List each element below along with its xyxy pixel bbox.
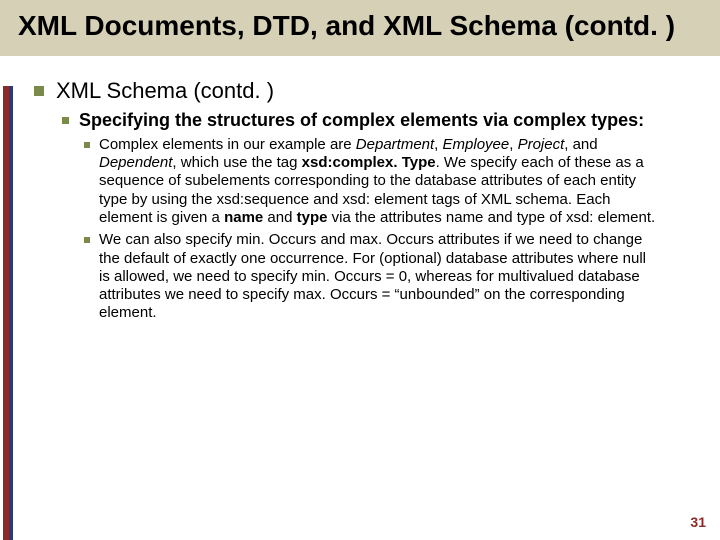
bold-name: name — [224, 209, 263, 226]
text: , — [434, 136, 442, 153]
accent-blue — [9, 86, 13, 540]
page-number: 31 — [690, 514, 706, 530]
bold-complextype: xsd:complex. Type — [302, 154, 436, 171]
text: , which use the tag — [172, 154, 301, 171]
text: Complex elements in our example are — [99, 136, 356, 153]
italic-dept: Department — [356, 136, 434, 153]
left-accent — [0, 86, 14, 540]
text: via the attributes name and type of xsd:… — [327, 209, 655, 226]
square-bullet-icon — [84, 237, 90, 243]
slide-body: XML Schema (contd. ) Specifying the stru… — [0, 56, 720, 323]
bullet-level-2: Specifying the structures of complex ele… — [62, 110, 692, 132]
text: , — [509, 136, 517, 153]
lvl3-para2: We can also specify min. Occurs and max.… — [99, 231, 659, 322]
italic-emp: Employee — [443, 136, 510, 153]
bullet-level-3: Complex elements in our example are Depa… — [84, 136, 692, 227]
bullet-level-1: XML Schema (contd. ) — [34, 78, 692, 104]
square-bullet-icon — [62, 117, 69, 124]
slide: XML Documents, DTD, and XML Schema (cont… — [0, 0, 720, 540]
bullet-level-3: We can also specify min. Occurs and max.… — [84, 231, 692, 322]
italic-dependent: Dependent — [99, 154, 172, 171]
lvl1-text: XML Schema (contd. ) — [56, 78, 274, 104]
lvl2-text: Specifying the structures of complex ele… — [79, 110, 644, 132]
square-bullet-icon — [34, 86, 44, 96]
bold-type: type — [297, 209, 328, 226]
square-bullet-icon — [84, 142, 90, 148]
slide-title: XML Documents, DTD, and XML Schema (cont… — [18, 10, 702, 42]
title-band: XML Documents, DTD, and XML Schema (cont… — [0, 0, 720, 56]
lvl3-para1: Complex elements in our example are Depa… — [99, 136, 659, 227]
text: , and — [564, 136, 597, 153]
italic-proj: Project — [518, 136, 565, 153]
text: and — [263, 209, 296, 226]
